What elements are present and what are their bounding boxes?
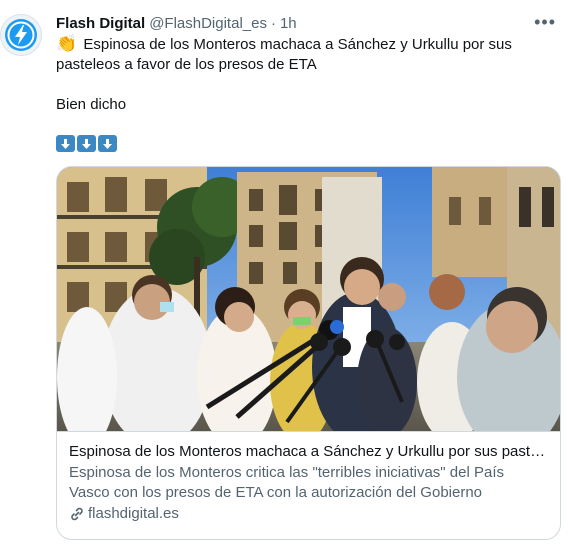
author-name[interactable]: Flash Digital xyxy=(56,15,145,32)
clapping-hands-icon: 👏 xyxy=(56,34,78,53)
avatar[interactable] xyxy=(0,14,42,56)
card-description-line-1: Espinosa de los Monteros critica las "te… xyxy=(69,464,504,481)
link-icon xyxy=(69,506,85,522)
tweet-text-line-1-content: Espinosa de los Monteros machaca a Sánch… xyxy=(83,36,512,53)
down-arrow-icon xyxy=(56,135,75,152)
tweet-text-line-3: Bien dicho xyxy=(56,96,127,113)
separator-dot: · xyxy=(270,14,276,32)
card-title: Espinosa de los Monteros machaca a Sánch… xyxy=(69,443,550,460)
card-body[interactable]: Espinosa de los Monteros machaca a Sánch… xyxy=(57,431,560,539)
card-image[interactable] xyxy=(57,167,560,431)
more-options-icon[interactable]: ••• xyxy=(534,12,556,32)
tweet-text-spacer xyxy=(56,75,556,95)
tweet-text: 👏 Espinosa de los Monteros machaca a Sán… xyxy=(56,34,556,115)
down-arrow-icon xyxy=(98,135,117,152)
down-arrow-icon xyxy=(77,135,96,152)
timestamp[interactable]: 1h xyxy=(280,15,297,32)
card-description-line-2: Vasco con los presos de ETA con la autor… xyxy=(69,484,483,501)
link-preview-card[interactable]: Espinosa de los Monteros machaca a Sánch… xyxy=(56,166,561,540)
tweet[interactable]: Flash Digital @FlashDigital_es · 1h ••• … xyxy=(0,0,570,546)
card-description: Espinosa de los Monteros critica las "te… xyxy=(69,463,550,503)
author-handle[interactable]: @FlashDigital_es xyxy=(149,15,267,32)
tweet-text-line-2: pasteleos a favor de los presos de ETA xyxy=(56,56,317,73)
card-domain[interactable]: flashdigital.es xyxy=(69,504,550,524)
tweet-text-line-1: 👏 Espinosa de los Monteros machaca a Sán… xyxy=(56,34,556,55)
down-arrows-emoji-group xyxy=(56,135,117,152)
lightning-bolt-icon xyxy=(5,19,37,51)
tweet-header: Flash Digital @FlashDigital_es · 1h ••• xyxy=(56,12,556,34)
card-domain-text: flashdigital.es xyxy=(88,505,179,522)
